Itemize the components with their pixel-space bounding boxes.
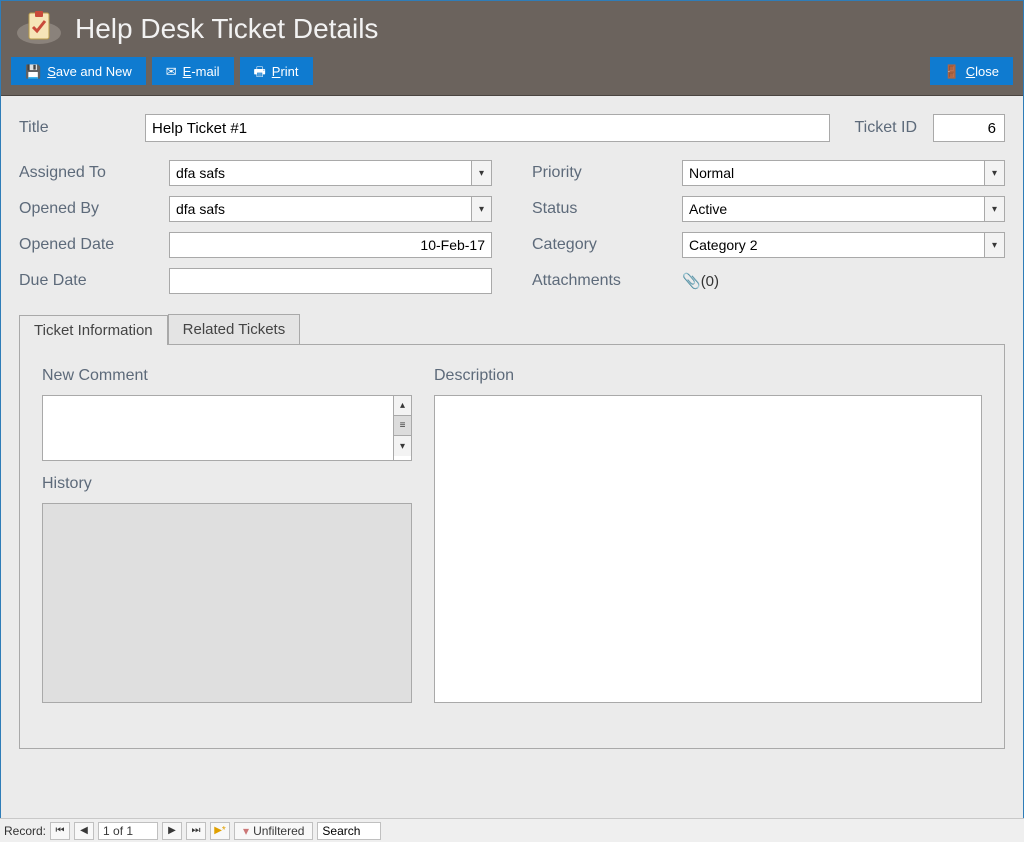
new-comment-textarea[interactable] [43,396,393,460]
category-input[interactable] [683,233,984,257]
nav-first-button[interactable]: ⏮ [50,822,70,840]
ticket-id-field[interactable] [933,114,1005,142]
chevron-down-icon[interactable]: ▾ [471,161,491,185]
header: Help Desk Ticket Details 💾 Save and New … [1,1,1023,96]
tab-ticket-information[interactable]: Ticket Information [19,315,168,345]
opened-by-input[interactable] [170,197,471,221]
app-icon [15,11,63,47]
print-button[interactable]: 🖶 Print [240,57,313,85]
description-label: Description [434,367,982,385]
description-box[interactable] [434,395,982,703]
filter-label: Unfiltered [253,824,304,838]
filter-icon: ▾ [243,824,249,838]
opened-by-label: Opened By [19,200,169,218]
opened-by-combo[interactable]: ▾ [169,196,492,222]
category-combo[interactable]: ▾ [682,232,1005,258]
scroll-handle[interactable]: ≡ [394,416,411,436]
page-title: Help Desk Ticket Details [75,13,378,45]
search-input[interactable] [317,822,381,840]
ticket-id-label: Ticket ID [854,119,917,137]
assigned-to-combo[interactable]: ▾ [169,160,492,186]
attachments-count: (0) [701,273,719,290]
btn-text: ave and New [56,64,132,79]
category-label: Category [532,236,682,254]
print-icon: 🖶 [254,65,266,78]
email-icon: ✉ [166,65,177,78]
priority-label: Priority [532,164,682,182]
comment-scroll: ▴ ≡ ▾ [393,396,411,460]
tabs-wrap: Ticket Information Related Tickets New C… [1,314,1023,767]
attachments-control[interactable]: 📎(0) [682,272,1005,290]
new-comment-label: New Comment [42,367,412,385]
priority-combo[interactable]: ▾ [682,160,1005,186]
tab-panel: New Comment ▴ ≡ ▾ History Description [19,344,1005,749]
attachments-label: Attachments [532,272,682,290]
email-button[interactable]: ✉ E-mail [152,57,234,85]
chevron-down-icon[interactable]: ▾ [984,197,1004,221]
mnemonic: S [47,64,56,79]
save-and-new-button[interactable]: 💾 Save and New [11,57,146,85]
chevron-down-icon[interactable]: ▾ [984,233,1004,257]
status-combo[interactable]: ▾ [682,196,1005,222]
opened-date-label: Opened Date [19,236,169,254]
chevron-down-icon[interactable]: ▾ [471,197,491,221]
mnemonic: C [966,64,975,79]
status-label: Status [532,200,682,218]
close-icon: 🚪 [944,65,960,78]
btn-text: lose [975,64,999,79]
status-input[interactable] [683,197,984,221]
btn-text: rint [280,64,298,79]
nav-last-button[interactable]: ⏭ [186,822,206,840]
assigned-to-label: Assigned To [19,164,169,182]
scroll-up-icon[interactable]: ▴ [394,396,411,416]
chevron-down-icon[interactable]: ▾ [984,161,1004,185]
assigned-to-input[interactable] [170,161,471,185]
record-label: Record: [4,824,46,838]
due-date-label: Due Date [19,272,169,290]
record-navigator: Record: ⏮ ◀ 1 of 1 ▶ ⏭ ▶* ▾ Unfiltered [0,818,1024,842]
history-box [42,503,412,703]
btn-text: -mail [191,64,219,79]
title-field[interactable] [145,114,830,142]
title-label: Title [19,119,129,137]
close-button[interactable]: 🚪 Close [930,57,1013,85]
form-area: Title Ticket ID Assigned To ▾ Opened By … [1,96,1023,314]
scroll-down-icon[interactable]: ▾ [394,436,411,456]
history-label: History [42,475,412,493]
new-comment-box: ▴ ≡ ▾ [42,395,412,461]
record-position[interactable]: 1 of 1 [98,822,158,840]
paperclip-icon: 📎 [682,272,701,290]
filter-button[interactable]: ▾ Unfiltered [234,822,313,840]
nav-next-button[interactable]: ▶ [162,822,182,840]
due-date-field[interactable] [169,268,492,294]
priority-input[interactable] [683,161,984,185]
opened-date-field[interactable] [169,232,492,258]
nav-prev-button[interactable]: ◀ [74,822,94,840]
save-new-icon: 💾 [25,65,41,78]
nav-new-button[interactable]: ▶* [210,822,230,840]
tab-related-tickets[interactable]: Related Tickets [168,314,301,344]
